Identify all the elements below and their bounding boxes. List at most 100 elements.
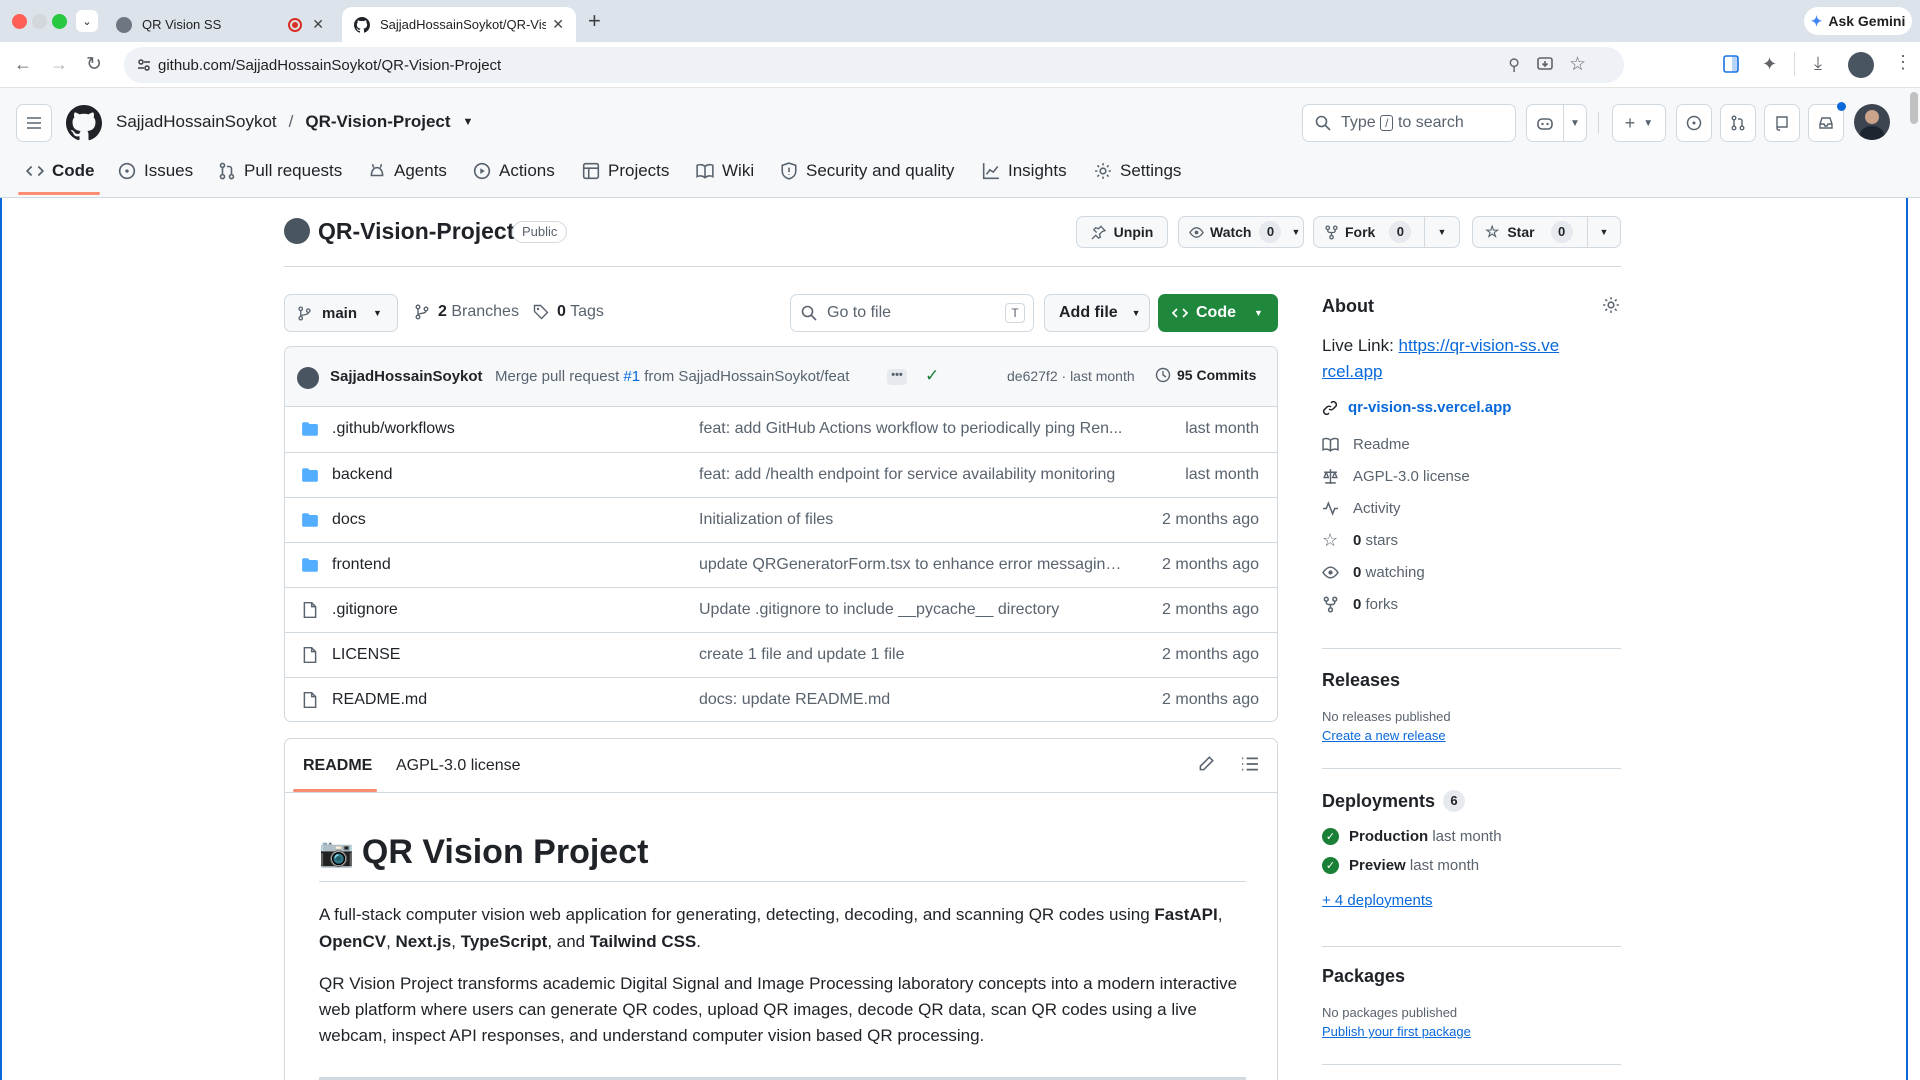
tab-projects[interactable]: Projects bbox=[582, 148, 669, 194]
deployments-heading[interactable]: Deployments bbox=[1322, 791, 1435, 812]
forward-arrow-icon[interactable]: → bbox=[50, 54, 68, 75]
pull-requests-button[interactable] bbox=[1720, 104, 1756, 142]
fork-menu-button[interactable]: ▼ bbox=[1424, 216, 1460, 248]
commit-sha[interactable]: de627f2 bbox=[1007, 368, 1058, 384]
extensions-icon[interactable]: ✦ bbox=[1762, 54, 1777, 75]
download-icon[interactable]: ⤓ bbox=[1814, 53, 1822, 74]
fork-button[interactable]: Fork 0 bbox=[1313, 216, 1425, 248]
tab-github-repo[interactable]: SajjadHossainSoykot/QR-Visi ✕ bbox=[342, 7, 576, 42]
tab-insights[interactable]: Insights bbox=[982, 148, 1067, 194]
file-commit-message[interactable]: Initialization of files bbox=[699, 511, 1129, 529]
file-commit-message[interactable]: update QRGeneratorForm.tsx to enhance er… bbox=[699, 556, 1129, 574]
commit-author[interactable]: SajjadHossainSoykot bbox=[330, 368, 483, 385]
file-name[interactable]: backend bbox=[332, 466, 393, 484]
releases-heading[interactable]: Releases bbox=[1322, 670, 1622, 691]
close-tab-icon[interactable]: ✕ bbox=[312, 16, 324, 33]
maximize-window-button[interactable] bbox=[52, 14, 67, 29]
sidebar-icon[interactable] bbox=[1722, 54, 1740, 74]
check-icon[interactable]: ✓ bbox=[925, 366, 939, 386]
file-name[interactable]: LICENSE bbox=[332, 646, 400, 664]
tab-wiki[interactable]: Wiki bbox=[696, 148, 754, 194]
copilot-menu-button[interactable]: ▼ bbox=[1563, 104, 1587, 142]
watch-button[interactable]: Watch 0 ▼ bbox=[1178, 216, 1304, 248]
tab-readme[interactable]: README bbox=[303, 757, 372, 775]
stars-link[interactable]: ☆ 0 stars bbox=[1322, 524, 1622, 556]
star-menu-button[interactable]: ▼ bbox=[1587, 216, 1621, 248]
close-window-button[interactable] bbox=[12, 14, 27, 29]
back-arrow-icon[interactable]: ← bbox=[14, 54, 32, 75]
commit-author-avatar[interactable] bbox=[297, 367, 319, 389]
publish-package-link[interactable]: Publish your first package bbox=[1322, 1024, 1622, 1039]
bookmark-star-icon[interactable]: ☆ bbox=[1569, 53, 1586, 76]
unpin-button[interactable]: Unpin bbox=[1076, 216, 1168, 248]
file-commit-message[interactable]: feat: add /health endpoint for service a… bbox=[699, 466, 1159, 484]
create-new-button[interactable]: + ▼ bbox=[1612, 104, 1666, 142]
commit-expand-ellipsis[interactable]: ••• bbox=[887, 369, 907, 385]
file-name[interactable]: docs bbox=[332, 511, 366, 529]
file-name[interactable]: .gitignore bbox=[332, 601, 398, 619]
commit-pr-link[interactable]: #1 bbox=[623, 368, 640, 385]
tab-settings[interactable]: Settings bbox=[1094, 148, 1181, 194]
license-link[interactable]: AGPL-3.0 license bbox=[1322, 460, 1622, 492]
zoom-icon[interactable]: ⚲ bbox=[1508, 55, 1520, 75]
user-avatar[interactable] bbox=[1854, 104, 1890, 140]
close-tab-icon[interactable]: ✕ bbox=[552, 16, 564, 33]
table-row[interactable]: .github/workflows feat: add GitHub Actio… bbox=[285, 407, 1277, 452]
website-link[interactable]: qr-vision-ss.vercel.app bbox=[1322, 399, 1622, 416]
minimize-window-button[interactable] bbox=[32, 14, 47, 29]
owner-link[interactable]: SajjadHossainSoykot bbox=[116, 112, 277, 132]
file-name[interactable]: .github/workflows bbox=[332, 420, 455, 438]
file-commit-message[interactable]: Update .gitignore to include __pycache__… bbox=[699, 601, 1129, 619]
file-name[interactable]: frontend bbox=[332, 556, 391, 574]
deployment-item[interactable]: ✓ Preview last month bbox=[1322, 857, 1622, 874]
repositories-button[interactable] bbox=[1764, 104, 1800, 142]
tab-security-and-quality[interactable]: Security and quality bbox=[780, 148, 954, 194]
create-release-link[interactable]: Create a new release bbox=[1322, 728, 1622, 743]
code-button[interactable]: Code ▼ bbox=[1158, 294, 1278, 332]
table-row[interactable]: docs Initialization of files 2 months ag… bbox=[285, 497, 1277, 542]
caret-down-icon[interactable]: ▼ bbox=[463, 116, 474, 128]
repo-link[interactable]: QR-Vision-Project bbox=[305, 112, 450, 132]
outline-list-icon[interactable] bbox=[1241, 755, 1259, 773]
table-row[interactable]: frontend update QRGeneratorForm.tsx to e… bbox=[285, 542, 1277, 587]
browser-menu-icon[interactable]: ⋮ bbox=[1894, 52, 1912, 73]
watching-link[interactable]: 0 watching bbox=[1322, 556, 1622, 588]
install-app-icon[interactable] bbox=[1536, 55, 1554, 73]
tab-actions[interactable]: Actions bbox=[473, 148, 555, 194]
scrollbar-thumb[interactable] bbox=[1910, 92, 1918, 124]
file-commit-message[interactable]: docs: update README.md bbox=[699, 691, 1129, 709]
file-name[interactable]: README.md bbox=[332, 691, 427, 709]
repo-title[interactable]: QR-Vision-Project bbox=[318, 218, 514, 245]
table-row[interactable]: .gitignore Update .gitignore to include … bbox=[285, 587, 1277, 632]
commit-message[interactable]: Merge pull request #1 from SajjadHossain… bbox=[495, 368, 849, 385]
file-commit-message[interactable]: feat: add GitHub Actions workflow to per… bbox=[699, 420, 1129, 438]
edit-pencil-icon[interactable] bbox=[1197, 755, 1215, 773]
tab-search-button[interactable]: ⌄ bbox=[76, 10, 98, 32]
file-commit-message[interactable]: create 1 file and update 1 file bbox=[699, 646, 1129, 664]
more-deployments-link[interactable]: + 4 deployments bbox=[1322, 892, 1622, 909]
table-row[interactable]: README.md docs: update README.md 2 month… bbox=[285, 677, 1277, 721]
tags-link[interactable]: 0 Tags bbox=[533, 303, 604, 321]
tab-qr-vision-ss[interactable]: QR Vision SS ✕ bbox=[104, 7, 336, 42]
search-input[interactable]: Type / to search bbox=[1302, 104, 1516, 142]
tab-license[interactable]: AGPL-3.0 license bbox=[396, 757, 521, 775]
branch-selector[interactable]: main ▼ bbox=[284, 294, 398, 332]
readme-link[interactable]: Readme bbox=[1322, 428, 1622, 460]
site-info-icon[interactable] bbox=[136, 57, 152, 73]
branches-link[interactable]: 2 Branches bbox=[414, 303, 519, 321]
issues-button[interactable] bbox=[1676, 104, 1712, 142]
owner-avatar[interactable] bbox=[284, 218, 310, 244]
table-row[interactable]: LICENSE create 1 file and update 1 file … bbox=[285, 632, 1277, 677]
notifications-button[interactable] bbox=[1808, 102, 1846, 142]
go-to-file-input[interactable]: Go to file T bbox=[790, 294, 1034, 332]
menu-button[interactable] bbox=[16, 104, 52, 142]
gear-icon[interactable] bbox=[1602, 296, 1620, 314]
packages-heading[interactable]: Packages bbox=[1322, 966, 1622, 987]
forks-link[interactable]: 0 forks bbox=[1322, 588, 1622, 620]
tab-code[interactable]: Code bbox=[26, 148, 95, 194]
ask-gemini-button[interactable]: ✦ Ask Gemini bbox=[1804, 7, 1912, 35]
activity-link[interactable]: Activity bbox=[1322, 492, 1622, 524]
tab-issues[interactable]: Issues bbox=[118, 148, 193, 194]
deployment-item[interactable]: ✓ Production last month bbox=[1322, 828, 1622, 845]
table-row[interactable]: backend feat: add /health endpoint for s… bbox=[285, 452, 1277, 497]
